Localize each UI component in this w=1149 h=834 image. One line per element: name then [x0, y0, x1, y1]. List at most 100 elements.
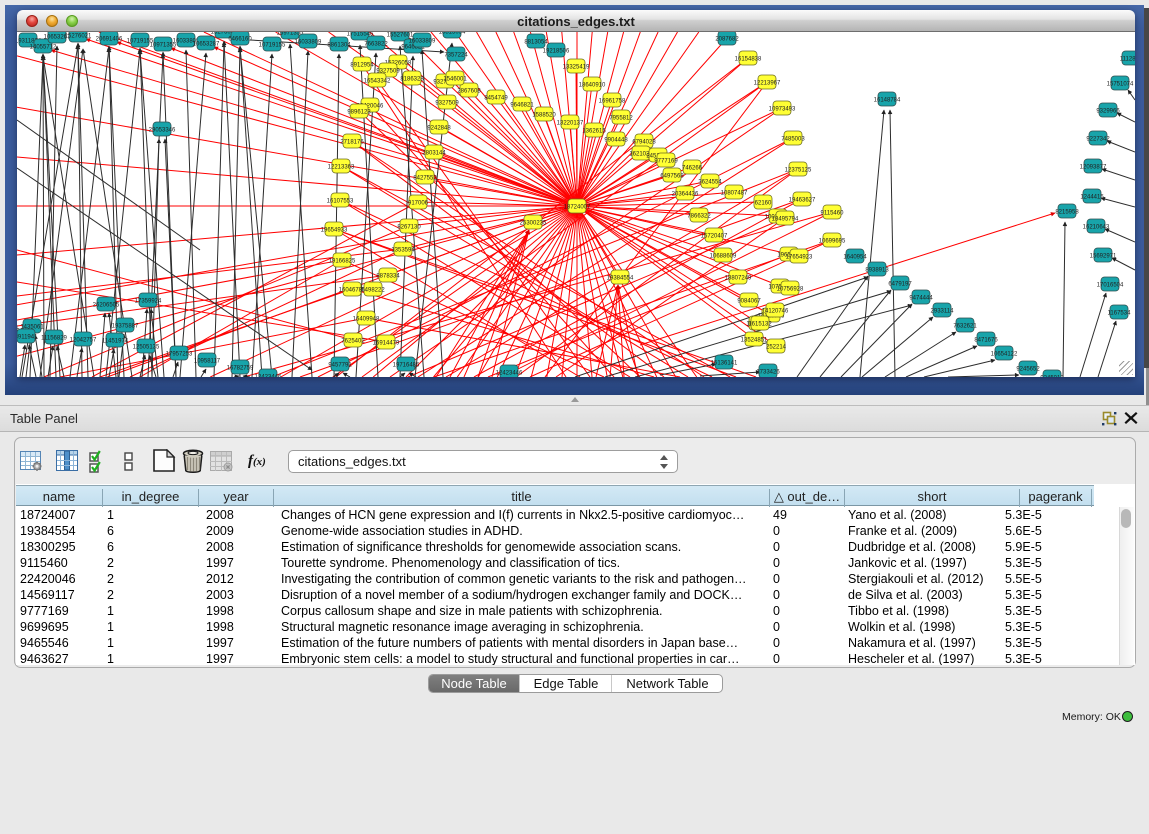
- svg-text:6466160: 6466160: [228, 37, 252, 43]
- svg-text:9242848: 9242848: [427, 126, 451, 132]
- svg-text:26206505: 26206505: [93, 303, 120, 309]
- svg-text:18640910: 18640910: [579, 83, 606, 89]
- svg-text:7632621: 7632621: [953, 324, 977, 330]
- svg-text:16543342: 16543342: [364, 79, 391, 85]
- svg-text:19166825: 19166825: [329, 259, 356, 265]
- svg-text:917006: 917006: [408, 201, 429, 207]
- svg-text:10654122: 10654122: [991, 352, 1018, 358]
- svg-text:8861304: 8861304: [327, 43, 351, 49]
- svg-text:8938913: 8938913: [865, 268, 889, 274]
- svg-text:10807487: 10807487: [721, 191, 748, 197]
- svg-text:9115460: 9115460: [821, 211, 845, 217]
- svg-text:8215958: 8215958: [1055, 210, 1079, 216]
- svg-text:8186328: 8186328: [400, 77, 424, 83]
- svg-text:9329966: 9329966: [1096, 109, 1120, 115]
- svg-text:1112874: 1112874: [1120, 57, 1135, 63]
- svg-text:11451974: 11451974: [102, 339, 129, 345]
- svg-text:15720407: 15720407: [701, 234, 728, 240]
- svg-text:8267130: 8267130: [397, 225, 421, 231]
- svg-text:10756928: 10756928: [777, 287, 804, 293]
- svg-text:9245652: 9245652: [1016, 367, 1040, 373]
- svg-text:20364436: 20364436: [672, 192, 699, 198]
- svg-text:17654923: 17654923: [786, 255, 813, 261]
- svg-text:16409948: 16409948: [353, 317, 380, 323]
- svg-text:17359924: 17359924: [135, 299, 162, 305]
- svg-text:12093877: 12093877: [1080, 165, 1107, 171]
- svg-text:19384554: 19384554: [607, 276, 634, 282]
- svg-text:16033809: 16033809: [295, 40, 322, 46]
- svg-text:6794028: 6794028: [632, 140, 656, 146]
- svg-text:2867608: 2867608: [457, 89, 481, 95]
- svg-text:20691406: 20691406: [96, 37, 123, 43]
- svg-text:3911941: 3911941: [17, 335, 38, 341]
- svg-text:252214: 252214: [766, 345, 787, 351]
- svg-text:12213967: 12213967: [754, 81, 781, 87]
- svg-text:19375887: 19375887: [112, 324, 139, 330]
- svg-text:8813054: 8813054: [524, 40, 548, 46]
- svg-text:3624554: 3624554: [698, 180, 722, 186]
- svg-text:1546001: 1546001: [443, 77, 467, 83]
- svg-text:6479197: 6479197: [888, 282, 912, 288]
- svg-text:16210643: 16210643: [1083, 225, 1110, 231]
- svg-text:12213363: 12213363: [328, 165, 355, 171]
- svg-text:10973493: 10973493: [769, 107, 796, 113]
- svg-text:8471676: 8471676: [974, 338, 998, 344]
- svg-text:9227342: 9227342: [1086, 137, 1110, 143]
- svg-text:19218506: 19218506: [543, 49, 570, 55]
- svg-text:16782759: 16782759: [227, 366, 254, 372]
- svg-text:5498222: 5498222: [361, 288, 385, 294]
- svg-text:7485003: 7485003: [781, 137, 805, 143]
- svg-text:2803144: 2803144: [422, 151, 446, 157]
- svg-text:19716485: 19716485: [393, 363, 420, 369]
- svg-text:7866322: 7866322: [687, 214, 711, 220]
- svg-text:18807249: 18807249: [725, 276, 752, 282]
- svg-text:8912954: 8912954: [350, 63, 374, 69]
- svg-text:8427552: 8427552: [413, 176, 437, 182]
- svg-text:12423446: 12423446: [496, 371, 523, 377]
- svg-text:9646821: 9646821: [510, 103, 534, 109]
- svg-text:18724007: 18724007: [564, 205, 591, 211]
- svg-text:19463627: 19463627: [789, 198, 816, 204]
- svg-text:13220137: 13220137: [557, 121, 584, 127]
- svg-text:9327509: 9327509: [435, 101, 459, 107]
- svg-text:16107553: 16107553: [327, 199, 354, 205]
- svg-text:9084067: 9084067: [737, 299, 761, 305]
- svg-text:16148784: 16148784: [874, 98, 901, 104]
- svg-text:9457791: 9457791: [328, 363, 352, 369]
- svg-text:10958117: 10958117: [194, 359, 221, 365]
- svg-text:6497568: 6497568: [660, 174, 684, 180]
- svg-text:9245012: 9245012: [1040, 376, 1064, 378]
- svg-text:13524851: 13524851: [741, 338, 768, 344]
- svg-text:1362615: 1362615: [582, 129, 606, 135]
- svg-text:2933114: 2933114: [931, 309, 955, 315]
- svg-text:10699695: 10699695: [819, 239, 846, 245]
- svg-text:12375125: 12375125: [785, 168, 812, 174]
- svg-text:7663822: 7663822: [364, 42, 388, 48]
- svg-text:1615132: 1615132: [748, 322, 772, 328]
- svg-text:12042757: 12042757: [70, 338, 97, 344]
- svg-text:1244415: 1244415: [1080, 195, 1104, 201]
- svg-text:9896123: 9896123: [347, 110, 371, 116]
- svg-text:12423446: 12423446: [255, 375, 282, 378]
- svg-text:15276021: 15276021: [65, 34, 92, 40]
- svg-text:1733426: 1733426: [756, 370, 780, 376]
- svg-text:15751074: 15751074: [1107, 82, 1134, 88]
- svg-text:16033809: 16033809: [409, 39, 436, 45]
- svg-text:16914479: 16914479: [373, 341, 400, 347]
- svg-text:14120746: 14120746: [762, 309, 789, 315]
- svg-text:10688609: 10688609: [710, 254, 737, 260]
- svg-text:2087682: 2087682: [715, 37, 739, 43]
- svg-text:13495794: 13495794: [772, 217, 799, 223]
- svg-text:13325419: 13325419: [563, 65, 590, 71]
- svg-text:10653287: 10653287: [193, 42, 220, 48]
- svg-text:8878334: 8878334: [376, 274, 400, 280]
- svg-text:8454749: 8454749: [484, 96, 508, 102]
- svg-text:1353594: 1353594: [391, 248, 415, 254]
- svg-text:11156829: 11156829: [41, 336, 67, 342]
- svg-text:2718176: 2718176: [340, 140, 364, 146]
- svg-text:7357224: 7357224: [444, 53, 468, 59]
- svg-text:7955812: 7955812: [609, 116, 633, 122]
- svg-text:1167534: 1167534: [1108, 311, 1132, 317]
- svg-text:7625402: 7625402: [341, 339, 365, 345]
- svg-text:9777169: 9777169: [654, 159, 678, 165]
